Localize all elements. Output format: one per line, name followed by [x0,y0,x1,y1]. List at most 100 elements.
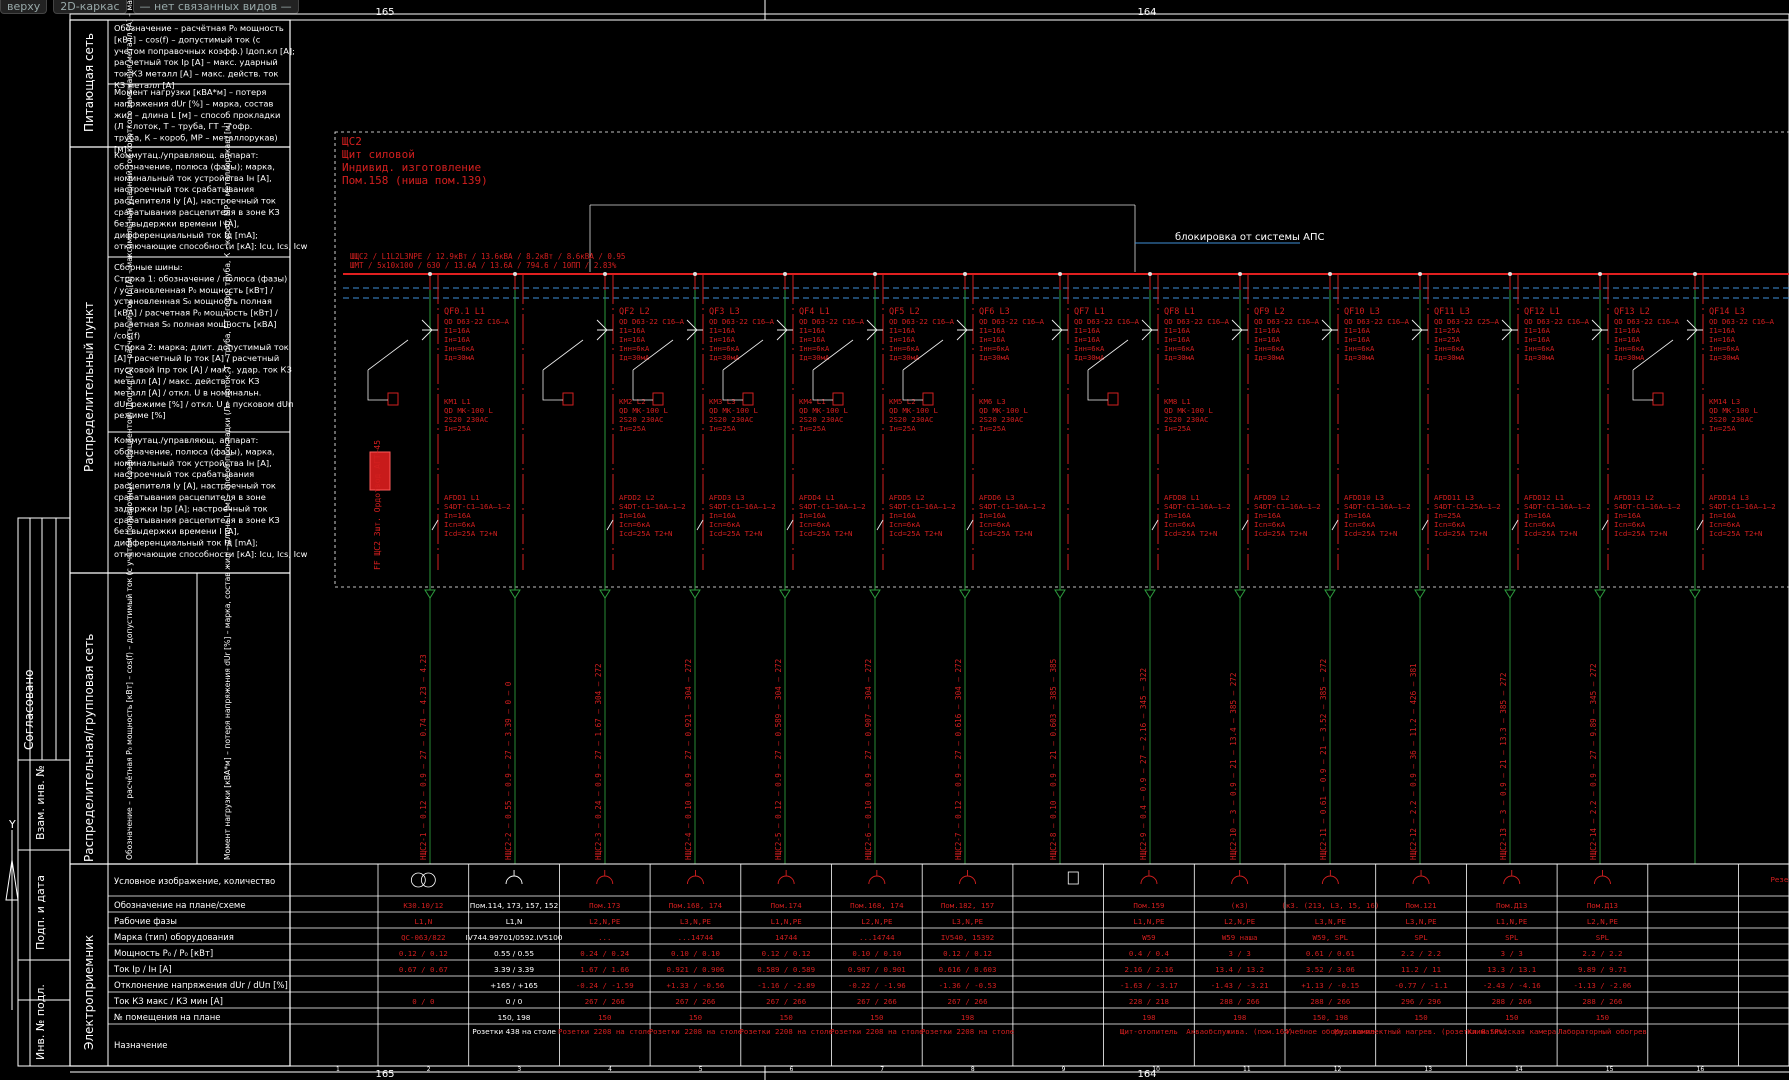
drawing-canvas[interactable]: 165 164 165 164 1 2 3 4 5 6 7 8 9 10 11 12 13 14 15 16 … [0,0,1789,1080]
branch-column[interactable]: QF12 L1QD D63-22 C16–AI1=16AIн=16AIнн=6к… [1499,272,1591,864]
legend-line: срабатывания расцепителя в зоне КЗ [114,207,280,217]
breaker-param: Iд=30мА [1344,353,1375,362]
outgoing-arrow [1324,589,1336,599]
table-cell: -1.16 / -2.89 [757,981,815,990]
contactor-label: QD MK-100 L [444,406,493,415]
afdd-label: Icn=6кА [619,520,651,529]
legend-line: настроечный ток срабатывания [114,469,254,479]
table-row-label: Ток КЗ макс / КЗ мин [A] [113,997,223,1007]
contactor-coil [832,392,844,406]
afdd-label: In=25A [1434,511,1461,520]
table-cell: 198 [1142,1013,1155,1022]
branch-column[interactable]: QF8 L1QD D63-22 C16–AI1=16AIн=16AIнн=6кА… [1087,272,1231,864]
table-cell: W59 [1142,933,1155,942]
column-number: 1 [336,1066,340,1073]
legend-line: номинальный ток устройства Iн [A], [114,458,272,468]
cable-label: НЩС2-8 – 0.10 – 0.9 – 21 – 0.603 – 385 –… [1049,659,1058,860]
contactor-label: QD MK-100 L [1164,406,1213,415]
afdd-label: Icn=6кА [1709,520,1741,529]
legend-line: расчетный ток Iр [A] – макс. ударный [114,57,278,67]
table-cell: 0.10 / 0.10 [671,949,720,958]
stamp-inv: Инв. № подл. [34,984,47,1060]
outgoing-arrow [689,589,701,599]
breaker-param: I1=16A [1074,326,1101,335]
branch-column[interactable]: QF2 L2QD D63-22 C16–AI1=16AIн=16AIнн=6кА… [542,272,686,864]
afdd-label: In=16A [799,511,826,520]
table-cell: 288 / 266 [1492,997,1532,1006]
cable-label: НЩС2-12 – 2.2 – 0.9 – 36 – 11.2 – 426 – … [1409,663,1418,860]
table-cell: -1.63 / -3.17 [1120,981,1178,990]
table-cell: 288 / 266 [1582,997,1622,1006]
afdd-label: Icd=25A T2+N [1434,529,1487,538]
breaker-label: QF14 L3 [1709,307,1745,317]
breaker-param: Iнн=6кА [1164,344,1195,353]
breaker-param: Iд=30мА [1524,353,1555,362]
legend-line: Момент нагрузки [кВА*м] – потеря [114,87,266,97]
legend-line: [кВт] – cos(f) – допустимый ток (с [114,34,261,44]
afdd-label: Icd=25A T2+N [709,529,762,538]
table-cell: L1,N,PE [1133,917,1164,926]
legend-line: жил – длина L [м] – способ прокладки [114,110,280,120]
branch-column[interactable]: НЩС2-2 – 0.55 – 0.9 – 27 – 3.39 – 0 – 0 [504,272,524,864]
table-cell: ...14744 [859,933,895,942]
bus-label-1: ШЩС2 / L1L2L3NPE / 12.9кВт / 13.6кВА / 8… [350,252,625,261]
drawing-frame [69,0,1789,1080]
zone-label-top-1: 165 [375,7,394,18]
afdd-label: Icn=6кА [1344,520,1376,529]
branch-column[interactable]: QF7 L1QD D63-22 C16–AI1=16AIн=16AIнн=6кА… [1049,272,1140,864]
breaker-param: I1=16A [1709,326,1736,335]
branch-column[interactable]: QF5 L2QD D63-22 C16–AI1=16AIн=16AIнн=6кА… [812,272,956,864]
table-cell: Розетки 2208 на столе [830,1027,924,1036]
table-cell: 0.55 / 0.55 [494,949,534,958]
contactor-label: 2S20 230AC [619,415,664,424]
panel-title-2: Щит силовой [342,148,415,161]
table-cell: +1.13 / -0.15 [1301,981,1359,990]
table-cell: W59, SPL [1313,933,1349,942]
branch-column[interactable]: QF0.1 L1QD D63-22 C16–AI1=16AIн=16AIнн=6… [367,272,511,864]
branch-column[interactable]: QF13 L2QD D63-22 C16–AI1=16AIн=16AIнн=6к… [1589,272,1681,864]
breaker-param: Iн=16A [1254,335,1281,344]
breaker-param: Iнн=6кА [799,344,830,353]
table-cell: IV744.99701/0592.IV5100 [466,933,563,942]
table-cell: -0.77 / -1.1 [1394,981,1447,990]
branch-column[interactable]: QF4 L1QD D63-22 C16–AI1=16AIн=16AIнн=6кА… [722,272,866,864]
contactor-label: Iн=25A [709,424,736,433]
breaker-param: Iн=16A [889,335,916,344]
table-cell: ... [598,933,611,942]
contactor-label: Iн=25A [619,424,646,433]
table-cell: Пом.114, 173, 157, 152 [470,901,559,910]
breaker-param: Iнн=6кА [1254,344,1285,353]
table-cell: (кЗ) [1231,901,1249,910]
breaker-param: QD D63-22 C16–A [444,317,510,326]
contactor-label: Iн=25A [979,424,1006,433]
branch-column[interactable]: QF10 L3QD D63-22 C16–AI1=16AIн=16AIнн=6к… [1319,272,1411,864]
branch-column[interactable]: QF14 L3QD D63-22 C16–AI1=16AIн=16AIнн=6к… [1632,272,1776,864]
afdd-label: Icd=25A T2+N [1709,529,1762,538]
breaker-param: I1=16A [1614,326,1641,335]
afdd-label: AFDD14 L3 [1709,493,1749,502]
legend-line: Коммутац./управляющ. аппарат: [114,150,258,160]
legend-line: учетом поправочных коэфф.) Iдоп.кл [A]; [114,46,295,56]
breaker-label: QF2 L2 [619,307,650,317]
contactor-label: KM4 L1 [799,397,826,406]
socket-icon [687,870,704,885]
branch-column[interactable]: QF9 L2QD D63-22 C16–AI1=16AIн=16AIнн=6кА… [1229,272,1321,864]
table-cell: Пом.173 [589,901,620,910]
branch-column[interactable]: QF6 L3QD D63-22 C16–AI1=16AIн=16AIнн=6кА… [902,272,1046,864]
table-cell: 288 / 266 [1220,997,1260,1006]
table-cell: Климатическая камера [1467,1027,1556,1036]
contactor-label: KM2 L2 [619,397,646,406]
table-cell: L3,N,PE [1405,917,1436,926]
afdd-symbol [876,519,884,531]
table-cell: 0.921 / 0.906 [667,965,725,974]
breaker-param: QD D63-22 C16–A [1254,317,1320,326]
column-number: 7 [880,1066,884,1073]
afdd-label: Icn=6кА [1434,520,1466,529]
branch-column[interactable]: QF11 L3QD D63-22 C25–AI1=25AIн=25AIнн=6к… [1409,272,1501,864]
table-cell: 288 / 266 [1310,997,1350,1006]
branch-column[interactable]: QF3 L3QD D63-22 C16–AI1=16AIн=16AIнн=6кА… [632,272,776,864]
legend-line: [A] / расчетный Iр ток [A] / расчетный [114,353,279,363]
legend-line: дифференциальный ток Iд [mA]; [114,538,258,548]
outgoing-arrow [1234,589,1246,599]
bus-node [603,272,607,276]
